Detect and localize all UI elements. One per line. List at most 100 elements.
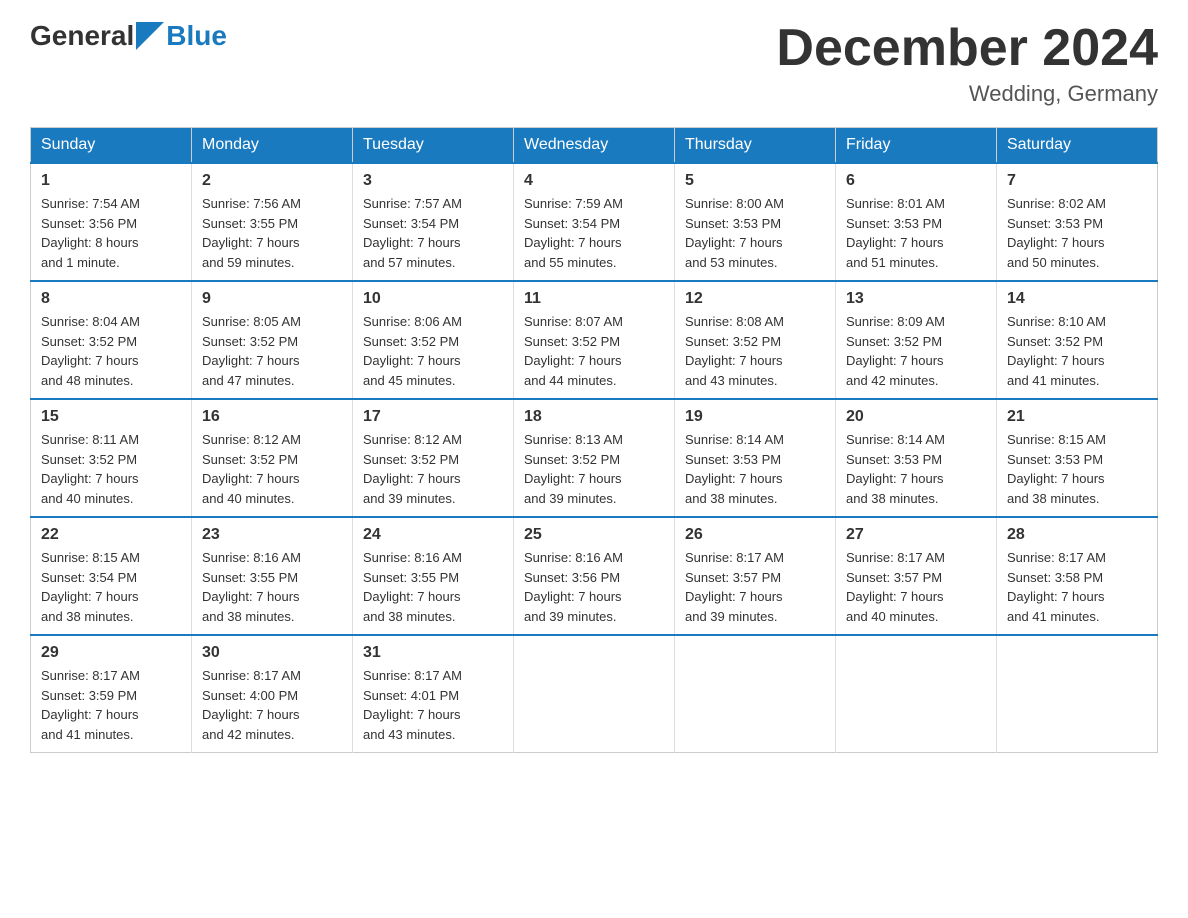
page-header: General Blue December 2024 Wedding, Germ… [30,20,1158,107]
day-number: 2 [202,172,342,190]
calendar-cell: 4 Sunrise: 7:59 AMSunset: 3:54 PMDaylight… [514,163,675,281]
calendar-cell: 20 Sunrise: 8:14 AMSunset: 3:53 PMDayligh… [836,399,997,517]
calendar-cell [997,635,1158,753]
day-info: Sunrise: 8:02 AMSunset: 3:53 PMDaylight:… [1007,194,1147,272]
weekday-header-sunday: Sunday [31,128,192,164]
day-info: Sunrise: 8:17 AMSunset: 3:58 PMDaylight:… [1007,548,1147,626]
calendar-cell: 9 Sunrise: 8:05 AMSunset: 3:52 PMDaylight… [192,281,353,399]
day-number: 30 [202,644,342,662]
weekday-header-thursday: Thursday [675,128,836,164]
day-info: Sunrise: 8:17 AMSunset: 3:59 PMDaylight:… [41,666,181,744]
weekday-header-saturday: Saturday [997,128,1158,164]
day-number: 27 [846,526,986,544]
calendar-cell: 29 Sunrise: 8:17 AMSunset: 3:59 PMDayligh… [31,635,192,753]
calendar-cell: 15 Sunrise: 8:11 AMSunset: 3:52 PMDayligh… [31,399,192,517]
weekday-header-tuesday: Tuesday [353,128,514,164]
day-info: Sunrise: 8:00 AMSunset: 3:53 PMDaylight:… [685,194,825,272]
day-number: 14 [1007,290,1147,308]
day-number: 11 [524,290,664,308]
calendar-cell: 30 Sunrise: 8:17 AMSunset: 4:00 PMDayligh… [192,635,353,753]
calendar-cell: 7Sunrise: 8:02 AMSunset: 3:53 PMDaylight… [997,163,1158,281]
calendar-cell: 16 Sunrise: 8:12 AMSunset: 3:52 PMDayligh… [192,399,353,517]
calendar-cell: 26 Sunrise: 8:17 AMSunset: 3:57 PMDayligh… [675,517,836,635]
day-number: 17 [363,408,503,426]
calendar-cell: 14 Sunrise: 8:10 AMSunset: 3:52 PMDayligh… [997,281,1158,399]
calendar-week-row: 1 Sunrise: 7:54 AMSunset: 3:56 PMDaylight… [31,163,1158,281]
calendar-cell: 21Sunrise: 8:15 AMSunset: 3:53 PMDayligh… [997,399,1158,517]
calendar-cell: 25Sunrise: 8:16 AMSunset: 3:56 PMDayligh… [514,517,675,635]
day-info: Sunrise: 8:08 AMSunset: 3:52 PMDaylight:… [685,312,825,390]
calendar-cell: 19 Sunrise: 8:14 AMSunset: 3:53 PMDayligh… [675,399,836,517]
day-info: Sunrise: 7:59 AMSunset: 3:54 PMDaylight:… [524,194,664,272]
day-info: Sunrise: 8:05 AMSunset: 3:52 PMDaylight:… [202,312,342,390]
day-info: Sunrise: 8:15 AMSunset: 3:53 PMDaylight:… [1007,430,1147,508]
day-info: Sunrise: 8:13 AMSunset: 3:52 PMDaylight:… [524,430,664,508]
day-info: Sunrise: 8:12 AMSunset: 3:52 PMDaylight:… [363,430,503,508]
calendar-cell [514,635,675,753]
day-number: 18 [524,408,664,426]
weekday-header-friday: Friday [836,128,997,164]
calendar-cell: 28 Sunrise: 8:17 AMSunset: 3:58 PMDayligh… [997,517,1158,635]
day-info: Sunrise: 8:07 AMSunset: 3:52 PMDaylight:… [524,312,664,390]
day-number: 1 [41,172,181,190]
day-number: 26 [685,526,825,544]
calendar-cell: 23Sunrise: 8:16 AMSunset: 3:55 PMDayligh… [192,517,353,635]
calendar-cell: 24 Sunrise: 8:16 AMSunset: 3:55 PMDayligh… [353,517,514,635]
calendar-cell: 31 Sunrise: 8:17 AMSunset: 4:01 PMDayligh… [353,635,514,753]
calendar-week-row: 15 Sunrise: 8:11 AMSunset: 3:52 PMDayligh… [31,399,1158,517]
day-info: Sunrise: 8:09 AMSunset: 3:52 PMDaylight:… [846,312,986,390]
day-number: 20 [846,408,986,426]
calendar-cell: 3 Sunrise: 7:57 AMSunset: 3:54 PMDaylight… [353,163,514,281]
day-number: 8 [41,290,181,308]
day-info: Sunrise: 8:16 AMSunset: 3:55 PMDaylight:… [363,548,503,626]
logo-general-text: General [30,20,134,52]
day-number: 31 [363,644,503,662]
day-number: 19 [685,408,825,426]
day-number: 22 [41,526,181,544]
logo-triangle-icon [136,22,164,50]
calendar-week-row: 22 Sunrise: 8:15 AMSunset: 3:54 PMDayligh… [31,517,1158,635]
day-number: 28 [1007,526,1147,544]
day-number: 4 [524,172,664,190]
day-number: 3 [363,172,503,190]
day-info: Sunrise: 8:14 AMSunset: 3:53 PMDaylight:… [685,430,825,508]
day-number: 9 [202,290,342,308]
day-number: 23 [202,526,342,544]
calendar-cell [836,635,997,753]
day-info: Sunrise: 8:17 AMSunset: 3:57 PMDaylight:… [685,548,825,626]
day-number: 24 [363,526,503,544]
day-number: 25 [524,526,664,544]
calendar-week-row: 29 Sunrise: 8:17 AMSunset: 3:59 PMDayligh… [31,635,1158,753]
day-number: 16 [202,408,342,426]
day-info: Sunrise: 8:11 AMSunset: 3:52 PMDaylight:… [41,430,181,508]
calendar-cell: 5Sunrise: 8:00 AMSunset: 3:53 PMDaylight… [675,163,836,281]
calendar-cell: 6Sunrise: 8:01 AMSunset: 3:53 PMDaylight… [836,163,997,281]
weekday-header-wednesday: Wednesday [514,128,675,164]
day-info: Sunrise: 8:17 AMSunset: 4:01 PMDaylight:… [363,666,503,744]
title-area: December 2024 Wedding, Germany [776,20,1158,107]
calendar-week-row: 8 Sunrise: 8:04 AMSunset: 3:52 PMDaylight… [31,281,1158,399]
day-info: Sunrise: 8:04 AMSunset: 3:52 PMDaylight:… [41,312,181,390]
day-number: 15 [41,408,181,426]
day-info: Sunrise: 8:10 AMSunset: 3:52 PMDaylight:… [1007,312,1147,390]
calendar-cell [675,635,836,753]
day-number: 29 [41,644,181,662]
weekday-header-row: SundayMondayTuesdayWednesdayThursdayFrid… [31,128,1158,164]
day-info: Sunrise: 7:54 AMSunset: 3:56 PMDaylight:… [41,194,181,272]
day-info: Sunrise: 8:06 AMSunset: 3:52 PMDaylight:… [363,312,503,390]
day-info: Sunrise: 8:15 AMSunset: 3:54 PMDaylight:… [41,548,181,626]
calendar-table: SundayMondayTuesdayWednesdayThursdayFrid… [30,127,1158,753]
day-number: 10 [363,290,503,308]
day-info: Sunrise: 8:14 AMSunset: 3:53 PMDaylight:… [846,430,986,508]
calendar-cell: 27Sunrise: 8:17 AMSunset: 3:57 PMDayligh… [836,517,997,635]
day-info: Sunrise: 7:56 AMSunset: 3:55 PMDaylight:… [202,194,342,272]
day-info: Sunrise: 8:17 AMSunset: 4:00 PMDaylight:… [202,666,342,744]
day-info: Sunrise: 8:01 AMSunset: 3:53 PMDaylight:… [846,194,986,272]
calendar-cell: 12Sunrise: 8:08 AMSunset: 3:52 PMDayligh… [675,281,836,399]
logo-blue-text: Blue [166,20,227,52]
calendar-cell: 18 Sunrise: 8:13 AMSunset: 3:52 PMDayligh… [514,399,675,517]
day-info: Sunrise: 8:12 AMSunset: 3:52 PMDaylight:… [202,430,342,508]
day-info: Sunrise: 7:57 AMSunset: 3:54 PMDaylight:… [363,194,503,272]
calendar-cell: 10 Sunrise: 8:06 AMSunset: 3:52 PMDayligh… [353,281,514,399]
calendar-cell: 1 Sunrise: 7:54 AMSunset: 3:56 PMDaylight… [31,163,192,281]
